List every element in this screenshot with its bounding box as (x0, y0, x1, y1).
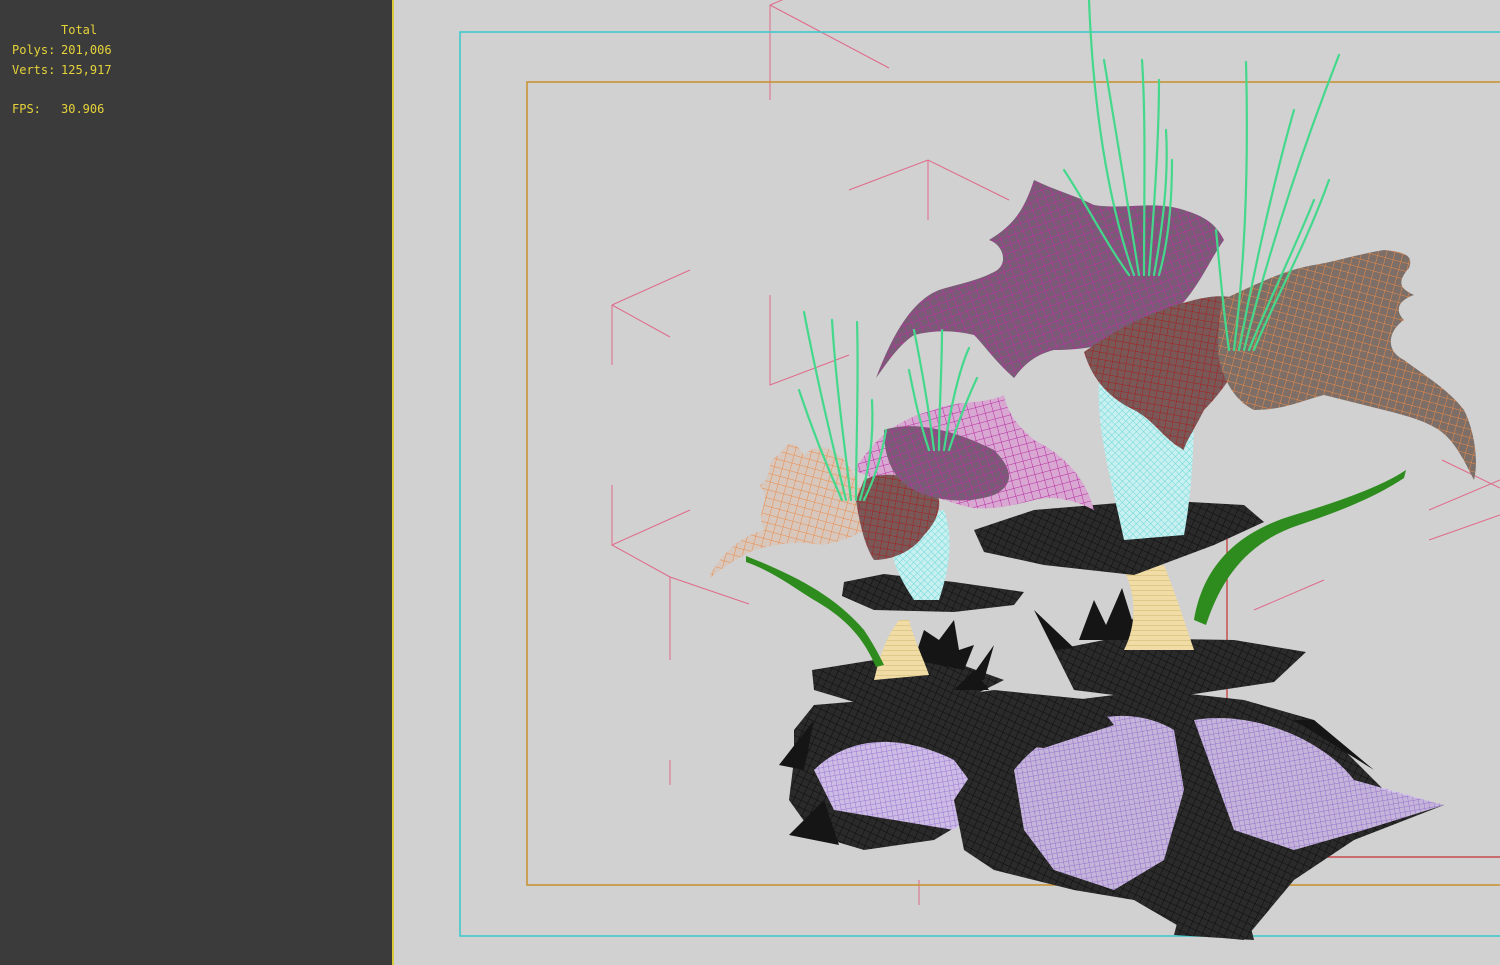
fps-label: FPS: (12, 102, 41, 116)
fps-value: 30.906 (61, 102, 105, 116)
polys-label: Polys: (12, 43, 56, 57)
statistics-overlay: Total Polys: 201,006 Verts: 125,917 FPS: 30… (12, 20, 112, 119)
left-viewport[interactable]: Total Polys: 201,006 Verts: 125,917 FPS: 30… (0, 0, 392, 965)
viewport-scene (459, 0, 1500, 940)
verts-label: Verts: (12, 63, 56, 77)
stats-polys-row: Polys: 201,006 (12, 40, 112, 60)
polys-value: 201,006 (61, 43, 112, 57)
stats-verts-row: Verts: 125,917 (12, 60, 112, 80)
right-stem (1124, 565, 1194, 650)
perspective-viewport[interactable] (394, 0, 1500, 965)
right-vine (1194, 470, 1406, 625)
verts-value: 125,917 (61, 63, 112, 77)
stats-title: Total (61, 23, 98, 37)
stats-fps-row: FPS: 30.906 (12, 99, 112, 119)
left-vine (746, 556, 884, 667)
